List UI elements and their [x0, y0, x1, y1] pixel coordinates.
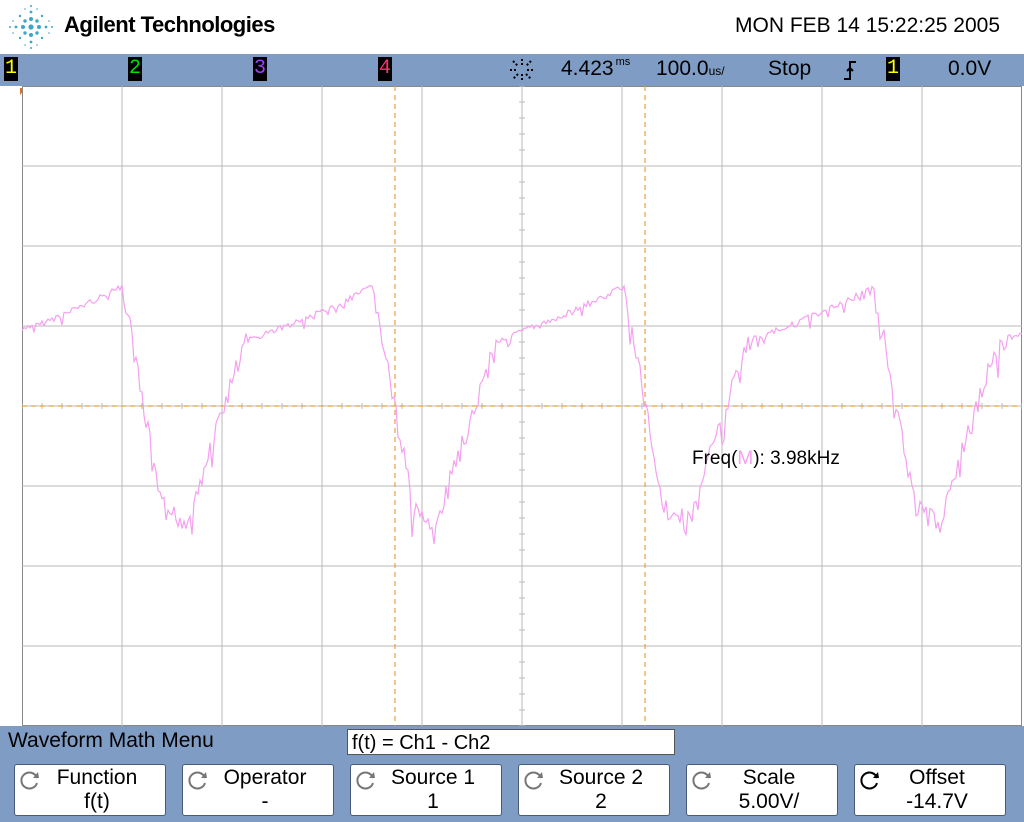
falling-edge-trigger-icon: [844, 61, 856, 80]
timebase-value: 100.0: [656, 57, 709, 80]
measurement-label: Freq(: [692, 448, 738, 469]
header: Agilent Technologies MON FEB 14 15:22:25…: [0, 0, 1024, 54]
trigger-level: 0.0V: [948, 57, 992, 80]
softkey-label: Offset: [909, 766, 965, 789]
operator-softkey[interactable]: Operator -: [182, 764, 334, 816]
softkey-value: 2: [595, 790, 607, 813]
softkey-label: Source 2: [558, 766, 644, 789]
softkey-label: Function: [56, 766, 138, 789]
softkey-label: Scale: [742, 766, 796, 789]
frequency-measurement: Freq(M): 3.98kHz: [692, 448, 840, 469]
date-time: MON FEB 14 15:22:25 2005: [735, 14, 1000, 37]
channel-1-indicator[interactable]: 1: [4, 57, 18, 81]
waveform-display[interactable]: Freq(M): 3.98kHz: [22, 86, 1022, 726]
timebase-readout: 100.0us/: [656, 57, 725, 83]
channel-3-indicator[interactable]: 3: [253, 57, 267, 81]
softkey-value: -: [261, 790, 269, 813]
offset-softkey[interactable]: Offset -14.7V: [854, 764, 1006, 816]
softkey-value: f(t): [84, 790, 110, 813]
softkey-label: Operator: [223, 766, 307, 789]
channel-4-indicator[interactable]: 4: [378, 57, 392, 81]
menu-title: Waveform Math Menu: [8, 729, 214, 752]
source-2-softkey[interactable]: Source 2 2: [518, 764, 670, 816]
measurement-value: ): 3.98kHz: [753, 448, 840, 469]
scale-softkey[interactable]: Scale 5.00V/: [686, 764, 838, 816]
channel-2-indicator[interactable]: 2: [128, 57, 142, 81]
softkey-label: Source 1: [390, 766, 476, 789]
softkey-menu: Waveform Math Menu f(t) = Ch1 - Ch2 Func…: [0, 726, 1024, 822]
delay-icon: [510, 59, 534, 81]
run-state: Stop: [768, 57, 812, 80]
status-bar: 1 2 3 4 4.423 ms 100.0us/ Stop 1 0.0V: [0, 54, 1024, 86]
measurement-source: M: [737, 448, 753, 469]
delay-value: 4.423: [561, 57, 614, 80]
softkey-value: -14.7V: [906, 790, 968, 813]
delay-readout: 4.423 ms: [561, 56, 631, 81]
source-1-softkey[interactable]: Source 1 1: [350, 764, 502, 816]
math-formula: f(t) = Ch1 - Ch2: [347, 729, 675, 755]
softkey-value: 5.00V/: [738, 790, 800, 813]
timebase-unit: us/: [708, 64, 725, 78]
trigger-source-indicator: 1: [886, 57, 900, 81]
function-softkey[interactable]: Function f(t): [14, 764, 166, 816]
brand-name: Agilent Technologies: [64, 12, 275, 37]
agilent-spark-logo-icon: [9, 5, 53, 49]
softkey-value: 1: [427, 790, 439, 813]
delay-unit: ms: [615, 56, 631, 68]
